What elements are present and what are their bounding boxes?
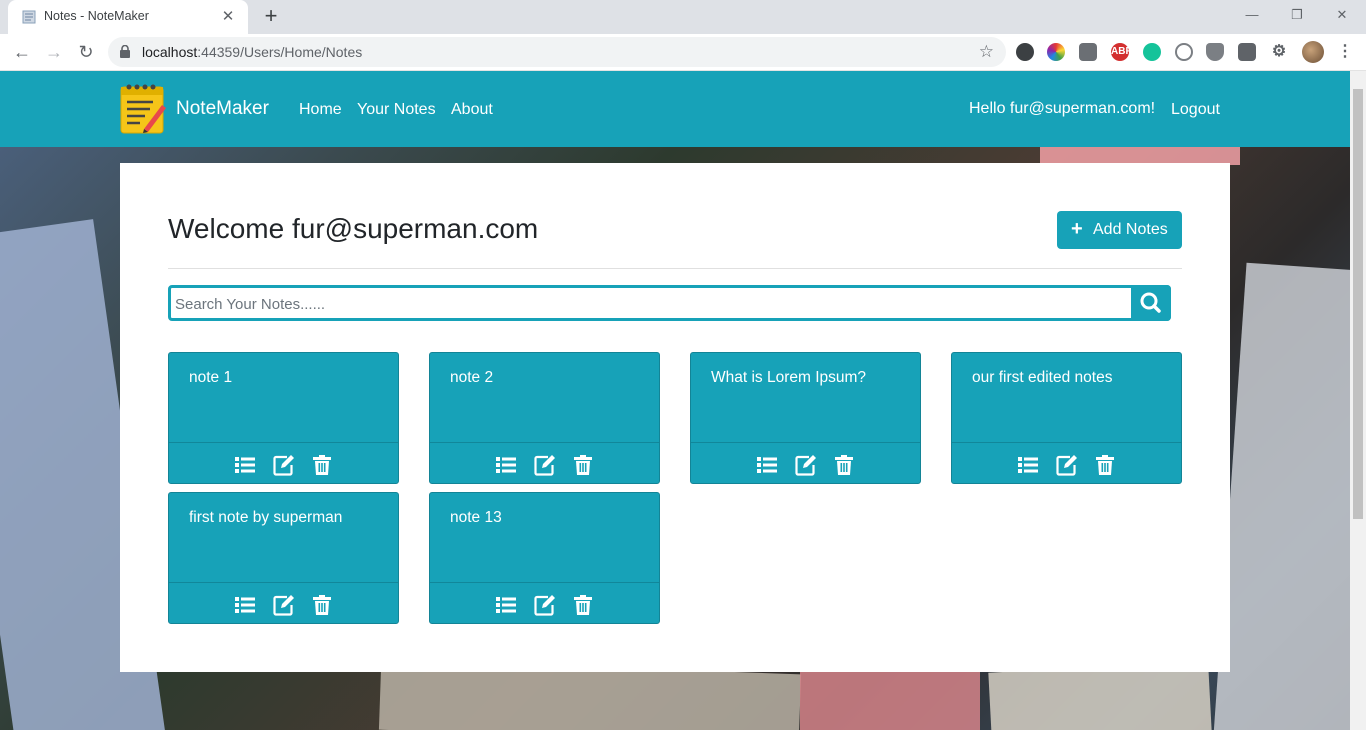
bag-extension-icon[interactable]: [1079, 43, 1097, 61]
trash-icon[interactable]: [311, 454, 333, 476]
list-icon[interactable]: [495, 454, 517, 476]
note-actions: [169, 582, 398, 623]
scrollbar-thumb[interactable]: [1353, 89, 1363, 519]
note-title: first note by superman: [189, 509, 343, 526]
note-title: note 13: [450, 509, 502, 526]
plus-icon: +: [1071, 218, 1083, 240]
note-actions: [169, 442, 398, 483]
search-bar: [168, 285, 1171, 321]
edit-icon[interactable]: [533, 594, 556, 616]
add-notes-label: Add Notes: [1093, 221, 1168, 238]
back-arrow-icon[interactable]: ←: [8, 38, 36, 66]
trash-icon[interactable]: [1094, 454, 1116, 476]
page-favicon-icon: [22, 10, 36, 24]
site-navbar: NoteMaker Home Your Notes About Hello fu…: [0, 71, 1350, 147]
edit-icon[interactable]: [1055, 454, 1078, 476]
search-input[interactable]: [175, 293, 1125, 315]
bookmark-star-icon[interactable]: ☆: [979, 42, 994, 62]
browser-tab[interactable]: Notes - NoteMaker ✕: [8, 0, 248, 34]
note-actions: [430, 582, 659, 623]
edit-icon[interactable]: [533, 454, 556, 476]
trash-icon[interactable]: [311, 594, 333, 616]
trash-icon[interactable]: [572, 594, 594, 616]
profile-avatar[interactable]: [1302, 41, 1324, 63]
note-card[interactable]: first note by superman: [168, 492, 399, 624]
list-icon[interactable]: [1017, 454, 1039, 476]
window-restore-button[interactable]: ❐: [1277, 4, 1317, 26]
note-card[interactable]: note 1: [168, 352, 399, 484]
note-actions: [430, 442, 659, 483]
notes-panel: Welcome fur@superman.com + Add Notes not…: [120, 163, 1230, 672]
edit-icon[interactable]: [794, 454, 817, 476]
add-notes-button[interactable]: + Add Notes: [1057, 211, 1182, 249]
forward-arrow-icon[interactable]: →: [40, 38, 68, 66]
search-button[interactable]: [1131, 285, 1171, 321]
list-icon[interactable]: [234, 594, 256, 616]
list-icon[interactable]: [234, 454, 256, 476]
search-icon: [1140, 292, 1161, 313]
browser-toolbar: ← → ↻ localhost:44359/Users/Home/Notes ☆…: [0, 34, 1366, 71]
trash-icon[interactable]: [833, 454, 855, 476]
grammarly-extension-icon[interactable]: [1143, 43, 1161, 61]
reload-icon[interactable]: ↻: [72, 38, 100, 66]
url-text: localhost:44359/Users/Home/Notes: [142, 44, 363, 60]
note-actions: [691, 442, 920, 483]
trash-icon[interactable]: [572, 454, 594, 476]
page-scrollbar[interactable]: [1350, 71, 1366, 730]
shield-extension-icon[interactable]: [1206, 43, 1224, 61]
brand-name[interactable]: NoteMaker: [176, 98, 269, 120]
note-title: What is Lorem Ipsum?: [711, 369, 867, 386]
link-extension-icon[interactable]: [1175, 43, 1193, 61]
note-card[interactable]: note 2: [429, 352, 660, 484]
welcome-heading: Welcome fur@superman.com: [168, 213, 539, 244]
window-close-button[interactable]: ✕: [1322, 4, 1362, 26]
nav-link-about[interactable]: About: [451, 101, 493, 119]
record-extension-icon[interactable]: [1016, 43, 1034, 61]
edit-icon[interactable]: [272, 594, 295, 616]
tab-close-icon[interactable]: ✕: [218, 7, 238, 27]
browser-tabstrip: Notes - NoteMaker ✕ + — ❐ ✕: [0, 0, 1366, 34]
edit-icon[interactable]: [272, 454, 295, 476]
adblock-extension-icon[interactable]: ABP: [1111, 43, 1132, 61]
user-greeting: Hello fur@superman.com!: [969, 100, 1156, 117]
lock-icon: [120, 45, 130, 58]
box-extension-icon[interactable]: [1238, 43, 1256, 61]
note-title: note 1: [189, 369, 233, 386]
address-bar[interactable]: localhost:44359/Users/Home/Notes ☆: [108, 37, 1006, 67]
note-card[interactable]: note 13: [429, 492, 660, 624]
window-minimize-button[interactable]: —: [1232, 4, 1272, 26]
nav-link-your-notes[interactable]: Your Notes: [357, 101, 436, 119]
tab-title: Notes - NoteMaker: [44, 9, 149, 23]
note-title: note 2: [450, 369, 494, 386]
color-extension-icon[interactable]: [1047, 43, 1065, 61]
puzzle-extensions-icon[interactable]: ⚙: [1270, 43, 1288, 61]
list-icon[interactable]: [495, 594, 517, 616]
note-card[interactable]: What is Lorem Ipsum?: [690, 352, 921, 484]
divider: [168, 268, 1182, 269]
list-icon[interactable]: [756, 454, 778, 476]
note-actions: [952, 442, 1181, 483]
new-tab-button[interactable]: +: [258, 4, 284, 30]
menu-kebab-icon[interactable]: ⋮: [1336, 43, 1354, 61]
logout-link[interactable]: Logout: [1171, 101, 1220, 119]
notepad-logo-icon[interactable]: [120, 83, 166, 135]
note-card[interactable]: our first edited notes: [951, 352, 1182, 484]
nav-link-home[interactable]: Home: [299, 101, 342, 119]
note-title: our first edited notes: [972, 369, 1113, 386]
